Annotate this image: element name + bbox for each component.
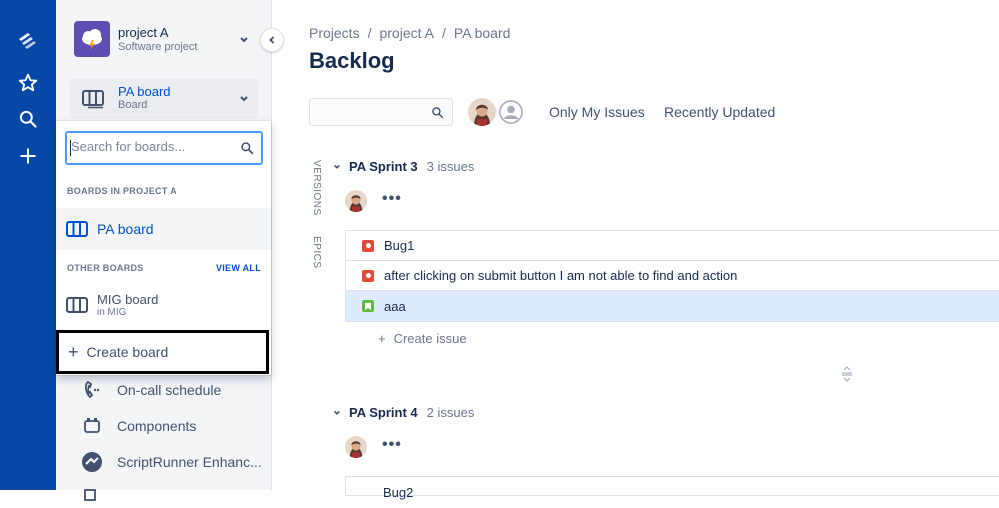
epics-tab[interactable]: EPICS	[311, 236, 322, 269]
issue-row[interactable]: Bug1	[346, 231, 999, 261]
user-avatar[interactable]	[468, 98, 496, 126]
breadcrumb: Projects / project A / PA board	[309, 25, 510, 41]
breadcrumb-projects[interactable]: Projects	[309, 25, 360, 41]
issue-row[interactable]: aaa	[346, 291, 999, 321]
breadcrumb-separator: /	[367, 25, 372, 41]
page-title: Backlog	[309, 48, 395, 73]
sprint-issue-count: 3 issues	[426, 159, 475, 174]
project-avatar	[74, 21, 110, 57]
collapse-sidebar-button[interactable]	[260, 28, 284, 52]
board-search-field[interactable]	[65, 131, 263, 165]
sprint-more-button[interactable]: •••	[382, 190, 402, 208]
board-option-sub: in MIG	[97, 307, 127, 318]
sprint-assignee-avatar[interactable]	[345, 190, 367, 212]
board-option-label: PA board	[97, 221, 154, 237]
versions-tab[interactable]: VERSIONS	[311, 160, 322, 216]
chevron-down-icon[interactable]	[333, 409, 341, 417]
sidebar-item-components[interactable]: Components	[80, 414, 196, 438]
sidebar-item-on-call-schedule[interactable]: On-call schedule	[80, 378, 221, 402]
search-icon[interactable]	[14, 105, 42, 133]
bug-icon	[362, 269, 374, 282]
sidebar-item-label: Components	[117, 418, 197, 434]
jira-logo-icon[interactable]	[14, 27, 42, 55]
unassigned-avatar[interactable]	[497, 98, 525, 126]
sidebar-item-partial[interactable]	[80, 484, 117, 508]
sprint-header[interactable]: PA Sprint 4 2 issues	[333, 405, 474, 420]
issue-row[interactable]: after clicking on submit button I am not…	[346, 261, 999, 291]
plus-icon: +	[68, 342, 79, 362]
chevron-down-icon[interactable]	[239, 35, 249, 45]
search-icon	[241, 142, 254, 155]
bug-icon	[362, 239, 374, 252]
create-issue-button[interactable]: + Create issue	[378, 331, 467, 346]
create-issue-label: Create issue	[393, 331, 467, 346]
board-icon	[66, 297, 88, 313]
star-icon[interactable]	[14, 69, 42, 97]
backlog-search-input[interactable]	[309, 98, 453, 126]
resize-handle-icon[interactable]	[841, 366, 853, 382]
board-icon	[82, 90, 104, 109]
breadcrumb-board[interactable]: PA board	[454, 25, 511, 41]
create-board-label: Create board	[86, 344, 169, 360]
board-name: PA board	[118, 84, 171, 99]
sprint-more-button[interactable]: •••	[382, 436, 402, 454]
board-search-input[interactable]	[71, 139, 231, 154]
phone-icon	[80, 378, 104, 402]
issue-summary[interactable]: Bug2	[383, 485, 413, 500]
filter-only-my-issues[interactable]: Only My Issues	[549, 104, 645, 120]
global-navigation	[0, 0, 56, 490]
filter-recently-updated[interactable]: Recently Updated	[664, 104, 775, 120]
board-icon	[66, 221, 88, 237]
issue-summary: aaa	[384, 298, 406, 314]
chevron-down-icon[interactable]	[333, 163, 341, 171]
components-icon	[80, 414, 104, 438]
sidebar-item-scriptrunner[interactable]: ScriptRunner Enhanc...	[80, 450, 262, 474]
issue-summary: Bug1	[384, 238, 415, 253]
board-option-pa-board[interactable]: PA board	[56, 208, 271, 250]
search-icon	[432, 107, 444, 119]
add-item-icon	[80, 484, 104, 508]
project-header[interactable]: project A Software project	[74, 21, 197, 57]
sidebar-item-label: ScriptRunner Enhanc...	[117, 454, 262, 470]
breadcrumb-project[interactable]: project A	[379, 25, 433, 41]
board-option-label: MIG board	[97, 292, 159, 307]
board-selector[interactable]: PA board Board	[70, 79, 258, 119]
sidebar-item-label: On-call schedule	[117, 382, 222, 398]
issue-summary: after clicking on submit button I am not…	[384, 268, 738, 283]
story-icon	[362, 300, 374, 312]
sprint-header[interactable]: PA Sprint 3 3 issues	[333, 159, 474, 174]
chevron-left-icon	[269, 36, 275, 44]
sprint-assignee-avatar[interactable]	[345, 436, 367, 458]
sprint-name: PA Sprint 3	[349, 159, 418, 174]
breadcrumb-separator: /	[441, 25, 446, 41]
chevron-down-icon	[240, 96, 248, 102]
section-heading-other: OTHER BOARDS	[67, 263, 144, 273]
board-switcher-dropdown: BOARDS IN PROJECT A PA board OTHER BOARD…	[56, 121, 271, 375]
create-board-button[interactable]: + Create board	[56, 330, 269, 374]
sprint-name: PA Sprint 4	[349, 405, 418, 420]
project-type: Software project	[118, 41, 198, 53]
sprint-issue-list: Bug2	[345, 476, 999, 500]
scriptrunner-icon	[80, 450, 104, 474]
view-all-link[interactable]: VIEW ALL	[216, 263, 261, 273]
project-name: project A	[118, 25, 169, 40]
board-option-mig-board[interactable]: MIG board in MIG	[56, 284, 271, 326]
sprint-issue-count: 2 issues	[426, 405, 475, 420]
plus-icon[interactable]	[14, 142, 42, 170]
section-heading-project: BOARDS IN PROJECT A	[67, 186, 177, 196]
board-subtitle: Board	[118, 99, 148, 111]
sprint-issue-list: Bug1 after clicking on submit button I a…	[345, 230, 999, 322]
plus-icon: +	[378, 331, 386, 346]
